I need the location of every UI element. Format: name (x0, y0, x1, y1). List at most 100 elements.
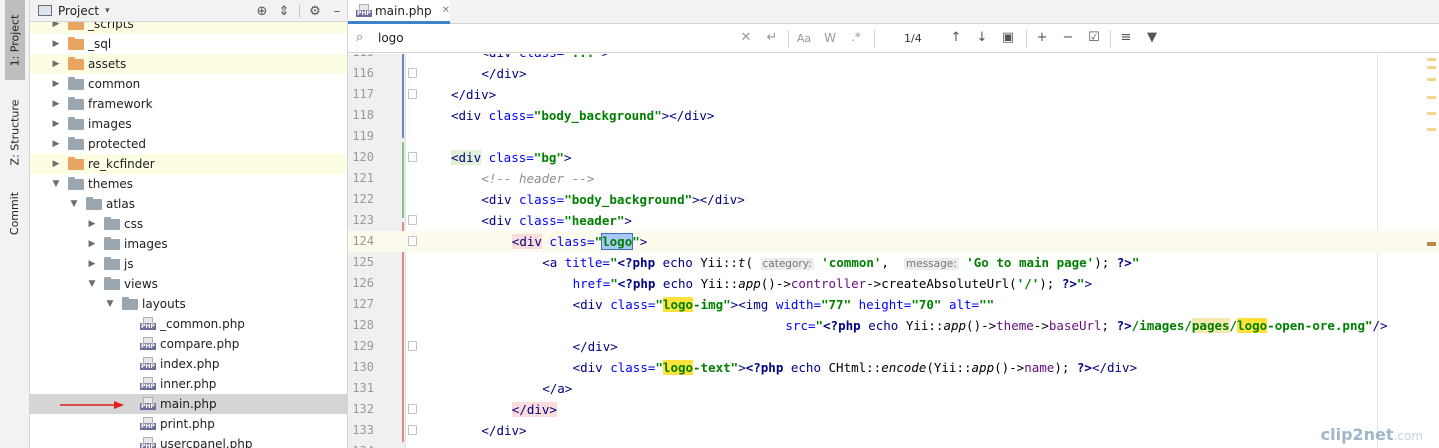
collapse-icon[interactable]: ⇕ (273, 4, 295, 19)
folder-icon (68, 37, 84, 50)
filter-icon[interactable]: ▼ (1142, 30, 1162, 45)
close-icon[interactable]: ✕ (442, 5, 450, 16)
chevron-right-icon[interactable]: ▶ (50, 54, 62, 74)
tool-window-commit-button[interactable]: Commit (5, 182, 25, 244)
tree-folder-item[interactable]: ▶ protected (30, 134, 347, 154)
tree-folder-item[interactable]: ▶ images (30, 234, 347, 254)
chevron-right-icon[interactable]: ▶ (50, 114, 62, 134)
chevron-right-icon[interactable]: ▶ (50, 34, 62, 54)
code-line[interactable]: 120 <div class="bg"> (348, 147, 1439, 168)
remove-occurrence-icon[interactable]: − (1058, 30, 1078, 45)
search-icon[interactable]: ⌕ (356, 30, 363, 45)
search-bar: ⌕ logo ✕ ↵ Aa W .* 1/4 ↑ ↓ ▣ + − ☑ ≡ ▼ (348, 25, 1439, 53)
project-panel-title[interactable]: Project (58, 4, 99, 18)
code-editor[interactable]: 115<div class="...">116</div>117</div>11… (348, 54, 1439, 448)
clear-search-icon[interactable]: ✕ (736, 30, 756, 45)
chevron-right-icon[interactable]: ▶ (86, 254, 98, 274)
code-line[interactable]: 119 (348, 126, 1439, 147)
tree-folder-item[interactable]: ▶ _sql (30, 34, 347, 54)
fold-marker-icon[interactable] (408, 68, 417, 78)
arrow-up-icon[interactable]: ↑ (946, 30, 966, 45)
match-case-toggle[interactable]: Aa (794, 32, 814, 45)
tree-file-item[interactable]: PHP usercpanel.php (30, 434, 347, 448)
tree-item-label: main.php (160, 397, 217, 411)
chevron-right-icon[interactable]: ▶ (86, 234, 98, 254)
chevron-right-icon[interactable]: ▶ (86, 214, 98, 234)
target-icon[interactable]: ⊕ (251, 4, 273, 19)
fold-marker-icon[interactable] (408, 404, 417, 414)
gear-icon[interactable]: ⚙ (304, 4, 326, 19)
chevron-down-icon[interactable]: ▼ (86, 274, 98, 294)
chevron-right-icon[interactable]: ▶ (50, 134, 62, 154)
regex-toggle[interactable]: .* (846, 30, 866, 44)
tree-folder-item[interactable]: ▶ common (30, 74, 347, 94)
add-occurrence-icon[interactable]: + (1032, 30, 1052, 45)
tree-folder-item[interactable]: ▼ themes (30, 174, 347, 194)
scrollbar-markers[interactable] (1423, 54, 1439, 448)
code-line[interactable]: 122 <div class="body_background"></div> (348, 189, 1439, 210)
tree-folder-item[interactable]: ▼ layouts (30, 294, 347, 314)
code-line[interactable]: 131 </a> (348, 378, 1439, 399)
minimize-icon[interactable]: – (326, 4, 347, 19)
arrow-down-icon[interactable]: ↓ (972, 30, 992, 45)
code-line[interactable]: 130 <div class="logo-text"><?php echo CHt… (348, 357, 1439, 378)
fold-marker-icon[interactable] (408, 89, 417, 99)
code-line[interactable]: 117 </div> (348, 84, 1439, 105)
search-input[interactable]: logo (378, 31, 404, 45)
code-line[interactable]: 116 </div> (348, 63, 1439, 84)
code-text: <a title="<?php echo Yii::t( category: '… (542, 252, 1139, 275)
chevron-down-icon[interactable]: ▼ (68, 194, 80, 214)
fold-marker-icon[interactable] (408, 215, 417, 225)
fold-marker-icon[interactable] (408, 152, 417, 162)
code-line[interactable]: 115 <div class="..."> (348, 54, 1439, 63)
code-line[interactable]: 127 <div class="logo-img"><img width="77"… (348, 294, 1439, 315)
code-line[interactable]: 129 </div> (348, 336, 1439, 357)
tab-main-php[interactable]: PHP main.php ✕ (348, 0, 450, 24)
tree-file-item[interactable]: PHP index.php (30, 354, 347, 374)
tool-window-project-button[interactable]: 1: Project (5, 0, 25, 80)
fold-marker-icon[interactable] (408, 341, 417, 351)
tree-file-item[interactable]: PHP print.php (30, 414, 347, 434)
line-number: 121 (352, 171, 374, 185)
code-line[interactable]: 121 <!-- header --> (348, 168, 1439, 189)
tree-folder-item[interactable]: ▶ framework (30, 94, 347, 114)
whole-words-toggle[interactable]: W (820, 31, 840, 45)
fold-marker-icon[interactable] (408, 425, 417, 435)
chevron-right-icon[interactable]: ▶ (50, 154, 62, 174)
code-line[interactable]: 123 <div class="header"> (348, 210, 1439, 231)
tool-window-structure-button[interactable]: Z: Structure (5, 88, 25, 176)
select-all-occurrences-icon[interactable]: ▣ (998, 30, 1018, 45)
code-line[interactable]: 124 <div class="logo"> (348, 231, 1439, 252)
context-filter-icon[interactable]: ≡ (1116, 30, 1136, 45)
code-line[interactable]: 132 </div> (348, 399, 1439, 420)
code-line[interactable]: 125 <a title="<?php echo Yii::t( category… (348, 252, 1439, 273)
tree-folder-item[interactable]: ▶ css (30, 214, 347, 234)
chevron-down-icon[interactable]: ▼ (104, 294, 116, 314)
tree-folder-item[interactable]: ▼ views (30, 274, 347, 294)
chevron-down-icon[interactable]: ▾ (105, 6, 110, 16)
code-line[interactable]: 134 (348, 441, 1439, 448)
code-text: </div> (451, 84, 496, 105)
code-line[interactable]: 133 </div> (348, 420, 1439, 441)
code-token: echo (860, 318, 906, 333)
select-occurrences-icon[interactable]: ☑ (1084, 30, 1104, 45)
code-text: </div> (511, 399, 557, 420)
code-token: ></div> (692, 192, 745, 207)
tree-folder-item[interactable]: ▶ js (30, 254, 347, 274)
new-line-icon[interactable]: ↵ (762, 30, 782, 45)
code-line[interactable]: 128 src="<?php echo Yii::app()->theme->ba… (348, 315, 1439, 336)
tree-file-item[interactable]: PHP _common.php (30, 314, 347, 334)
tree-file-item[interactable]: PHP inner.php (30, 374, 347, 394)
tree-folder-item[interactable]: ▶ re_kcfinder (30, 154, 347, 174)
chevron-down-icon[interactable]: ▼ (50, 174, 62, 194)
fold-marker-icon[interactable] (408, 236, 417, 246)
code-line[interactable]: 126 href="<?php echo Yii::app()->controll… (348, 273, 1439, 294)
chevron-right-icon[interactable]: ▶ (50, 74, 62, 94)
folder-icon (68, 77, 84, 90)
code-line[interactable]: 118 <div class="body_background"></div> (348, 105, 1439, 126)
tree-folder-item[interactable]: ▼ atlas (30, 194, 347, 214)
chevron-right-icon[interactable]: ▶ (50, 94, 62, 114)
tree-folder-item[interactable]: ▶ images (30, 114, 347, 134)
tree-folder-item[interactable]: ▶ assets (30, 54, 347, 74)
tree-file-item[interactable]: PHP compare.php (30, 334, 347, 354)
